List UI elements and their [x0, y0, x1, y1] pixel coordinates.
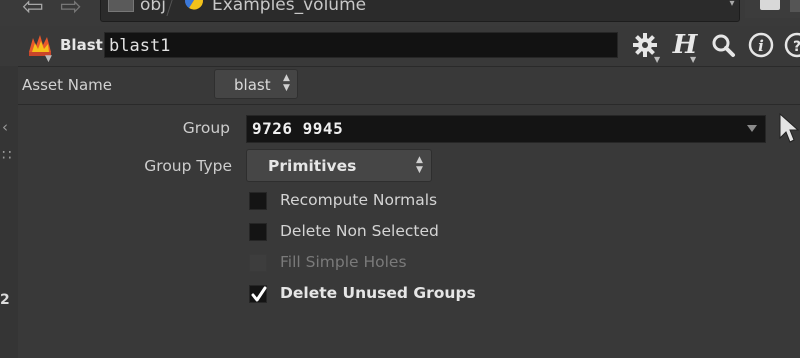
- group-label: Group: [182, 119, 230, 137]
- section-divider: [18, 104, 800, 105]
- zoom-icon[interactable]: [708, 30, 738, 60]
- group-value: 9726 9945: [252, 119, 344, 138]
- node-name-field[interactable]: blast1: [104, 32, 618, 58]
- group-type-value: Primitives: [268, 157, 357, 175]
- pane-menu-icon[interactable]: [790, 0, 800, 12]
- pin-icon[interactable]: [760, 0, 780, 10]
- strip-glyph-icon: ‹: [2, 118, 8, 136]
- strip-glyph-icon: 2: [0, 292, 10, 308]
- arrow-pointer-icon[interactable]: [776, 112, 800, 144]
- volume-object-icon: [183, 0, 205, 14]
- help-icon[interactable]: ?: [782, 30, 800, 60]
- asset-name-label: Asset Name: [22, 76, 113, 94]
- updown-arrows-icon: ▲ ▼: [416, 155, 423, 175]
- delete-unused-groups-label: Delete Unused Groups: [280, 284, 476, 302]
- info-icon[interactable]: i: [746, 30, 776, 60]
- fill-simple-holes-label: Fill Simple Holes: [280, 253, 407, 271]
- network-path-icon: [108, 0, 134, 12]
- gear-menu-icon[interactable]: ▼: [654, 55, 660, 64]
- delete-unused-groups-checkbox[interactable]: [249, 285, 267, 303]
- back-arrow-icon[interactable]: ⇦: [22, 0, 44, 20]
- node-type-menu-icon[interactable]: ▼: [45, 54, 52, 64]
- group-dropdown-button[interactable]: [738, 116, 766, 142]
- updown-arrows-icon: ▲ ▼: [283, 73, 290, 93]
- svg-text:i: i: [758, 37, 764, 55]
- node-type-label: Blast: [60, 36, 103, 54]
- recompute-normals-checkbox[interactable]: [249, 192, 267, 210]
- houdini-menu-icon[interactable]: ▼: [690, 55, 696, 64]
- header-divider: [18, 66, 800, 67]
- recompute-normals-label: Recompute Normals: [280, 191, 438, 209]
- delete-non-selected-checkbox[interactable]: [249, 223, 267, 241]
- forward-arrow-icon[interactable]: ⇨: [60, 0, 82, 20]
- asset-name-value: blast: [234, 76, 271, 94]
- breadcrumb-examples-volume[interactable]: Examples_volume: [212, 0, 366, 16]
- delete-non-selected-label: Delete Non Selected: [280, 222, 439, 240]
- strip-glyph-icon: ∷: [2, 146, 12, 164]
- fill-simple-holes-checkbox: [249, 254, 267, 272]
- svg-text:?: ?: [793, 39, 800, 55]
- checkmark-icon: [251, 286, 267, 302]
- breadcrumb-obj[interactable]: obj: [140, 0, 166, 16]
- path-dropdown-icon[interactable]: ▾: [728, 0, 736, 12]
- left-panel-edge: [0, 66, 18, 358]
- group-type-label: Group Type: [144, 157, 232, 175]
